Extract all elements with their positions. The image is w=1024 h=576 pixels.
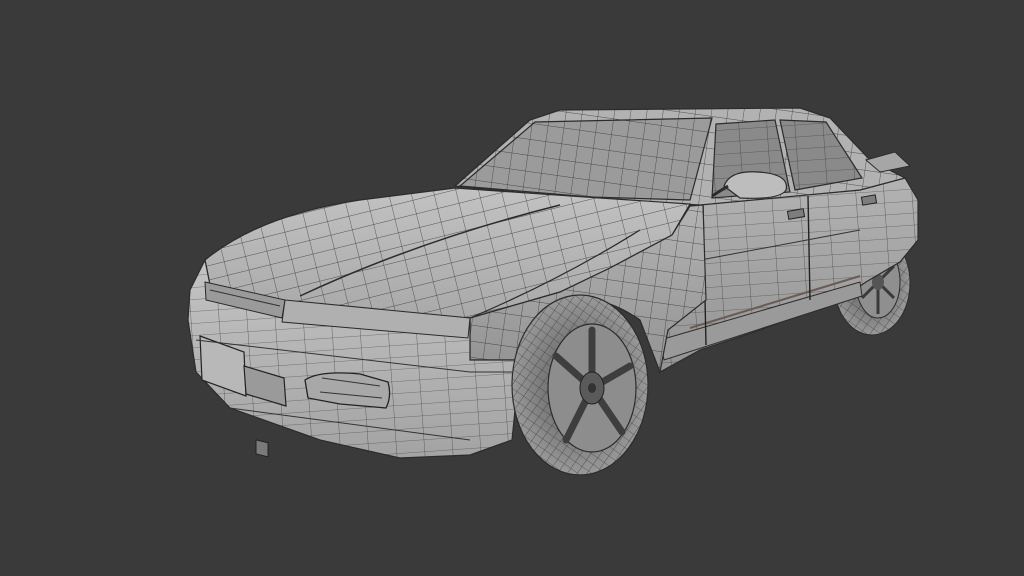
3d-viewport[interactable] bbox=[0, 0, 1024, 576]
car-wireframe-render bbox=[187, 107, 919, 476]
front-wheel bbox=[511, 294, 649, 476]
car-roof-greenhouse bbox=[453, 107, 912, 206]
